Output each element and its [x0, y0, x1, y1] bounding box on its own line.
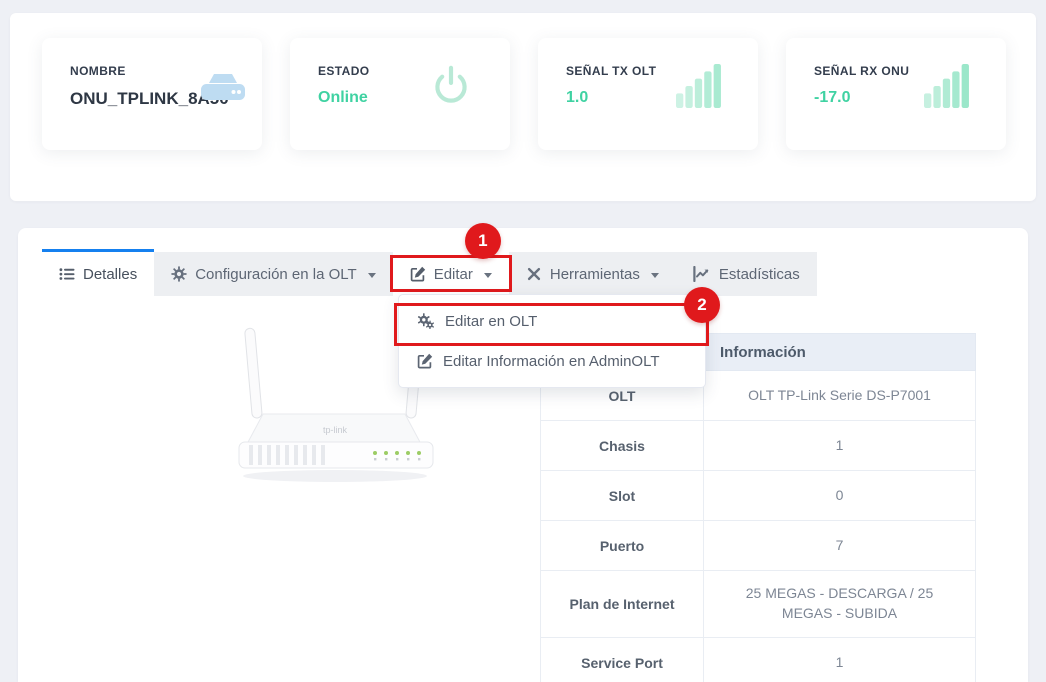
- stat-label: ESTADO: [318, 64, 370, 78]
- signal-bars-icon: [676, 64, 722, 113]
- row-value: 0: [704, 471, 976, 521]
- row-label: Chasis: [541, 421, 704, 471]
- menu-item-editar-en-olt[interactable]: Editar en OLT 2: [399, 301, 705, 341]
- step-badge-2: 2: [684, 287, 720, 323]
- row-value: 1: [704, 421, 976, 471]
- stat-card-senal-rx: SEÑAL RX ONU -17.0: [786, 38, 1006, 150]
- menu-item-label: Editar en OLT: [445, 313, 537, 330]
- tab-herramientas[interactable]: Herramientas: [509, 252, 676, 296]
- tab-detalles[interactable]: Detalles: [42, 249, 154, 296]
- list-icon: [59, 266, 75, 282]
- router-icon: [196, 70, 250, 111]
- table-row: Chasis 1: [541, 421, 976, 471]
- edit-icon: [417, 353, 433, 369]
- stat-value: -17.0: [814, 89, 909, 107]
- tab-label: Configuración en la OLT: [195, 266, 356, 283]
- row-value: 7: [704, 521, 976, 571]
- tools-icon: [526, 266, 542, 282]
- tab-label: Herramientas: [550, 266, 640, 283]
- power-icon: [428, 62, 474, 111]
- signal-bars-icon: [924, 64, 970, 113]
- tab-editar[interactable]: Editar 1: [393, 252, 509, 296]
- table-row: Plan de Internet 25 MEGAS - DESCARGA / 2…: [541, 571, 976, 638]
- tab-label: Detalles: [83, 266, 137, 283]
- tab-label: Editar: [434, 266, 473, 283]
- stat-text: SEÑAL TX OLT 1.0: [566, 64, 656, 107]
- stats-panel: NOMBRE ONU_TPLINK_8A50 ESTADO Online: [10, 13, 1036, 201]
- row-value: 25 MEGAS - DESCARGA / 25 MEGAS - SUBIDA: [704, 571, 976, 638]
- stat-text: ESTADO Online: [318, 64, 370, 107]
- stat-card-estado: ESTADO Online: [290, 38, 510, 150]
- stat-text: SEÑAL RX ONU -17.0: [814, 64, 909, 107]
- menu-item-editar-informacion-adminolt[interactable]: Editar Información en AdminOLT: [399, 341, 705, 381]
- gear-icon: [171, 266, 187, 282]
- chevron-down-icon: [368, 273, 376, 278]
- stat-card-senal-tx: SEÑAL TX OLT 1.0: [538, 38, 758, 150]
- chevron-down-icon: [484, 273, 492, 278]
- device-logo: tp-link: [323, 425, 348, 435]
- tab-label: Estadísticas: [719, 266, 800, 283]
- table-row: Service Port 1: [541, 638, 976, 682]
- table-row: Puerto 7: [541, 521, 976, 571]
- row-value: 1: [704, 638, 976, 682]
- row-label: Puerto: [541, 521, 704, 571]
- annotation-box-2: [394, 303, 709, 346]
- row-value: OLT TP-Link Serie DS-P7001: [704, 371, 976, 421]
- menu-item-label: Editar Información en AdminOLT: [443, 353, 660, 370]
- chevron-down-icon: [651, 273, 659, 278]
- editar-dropdown-menu: Editar en OLT 2 Editar Información en Ad…: [398, 294, 706, 388]
- tab-configuracion-olt[interactable]: Configuración en la OLT: [154, 252, 392, 296]
- row-label: Slot: [541, 471, 704, 521]
- step-badge-1: 1: [465, 223, 501, 259]
- edit-icon: [410, 266, 426, 282]
- cogs-icon: [417, 313, 435, 329]
- page: NOMBRE ONU_TPLINK_8A50 ESTADO Online: [0, 0, 1046, 682]
- row-label: Service Port: [541, 638, 704, 682]
- stat-label: SEÑAL RX ONU: [814, 64, 909, 78]
- table-header-informacion: Información: [704, 334, 976, 371]
- table-row: Slot 0: [541, 471, 976, 521]
- stat-value: Online: [318, 89, 370, 107]
- chart-icon: [693, 266, 711, 282]
- stat-card-nombre: NOMBRE ONU_TPLINK_8A50: [42, 38, 262, 150]
- stat-value: 1.0: [566, 89, 656, 107]
- details-panel: Detalles: [18, 228, 1028, 682]
- row-label: Plan de Internet: [541, 571, 704, 638]
- stat-label: SEÑAL TX OLT: [566, 64, 656, 78]
